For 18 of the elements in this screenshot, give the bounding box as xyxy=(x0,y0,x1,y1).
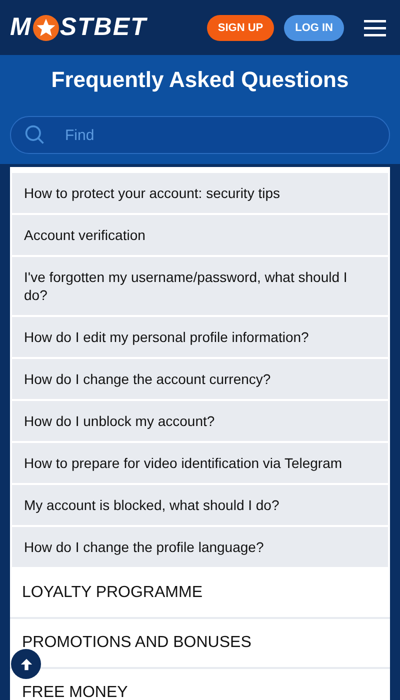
question-item[interactable]: How to protect your account: security tips xyxy=(12,173,388,213)
section-item[interactable]: LOYALTY PROGRAMME xyxy=(10,569,390,619)
question-item[interactable]: How do I change the account currency? xyxy=(12,359,388,399)
page-title: Frequently Asked Questions xyxy=(51,67,349,93)
question-item[interactable]: How do I edit my personal profile information? xyxy=(12,317,388,357)
question-item[interactable]: How to prepare for video identification via Telegram xyxy=(12,443,388,483)
question-item[interactable]: I've forgotten my username/password, what should I do? xyxy=(12,257,388,315)
menu-icon[interactable] xyxy=(364,18,386,36)
logo-text: M xyxy=(10,13,32,42)
question-item[interactable]: How do I unblock my account? xyxy=(12,401,388,441)
star-logo-icon xyxy=(32,14,59,40)
question-item[interactable]: My account is blocked, what should I do? xyxy=(12,485,388,525)
question-item[interactable]: How do I change the profile language? xyxy=(12,527,388,567)
search-field[interactable]: Find xyxy=(10,116,390,154)
logo-text: STBET xyxy=(60,13,147,42)
question-item[interactable]: Account verification xyxy=(12,215,388,255)
arrow-up-icon xyxy=(20,658,32,670)
search-icon xyxy=(24,124,46,146)
